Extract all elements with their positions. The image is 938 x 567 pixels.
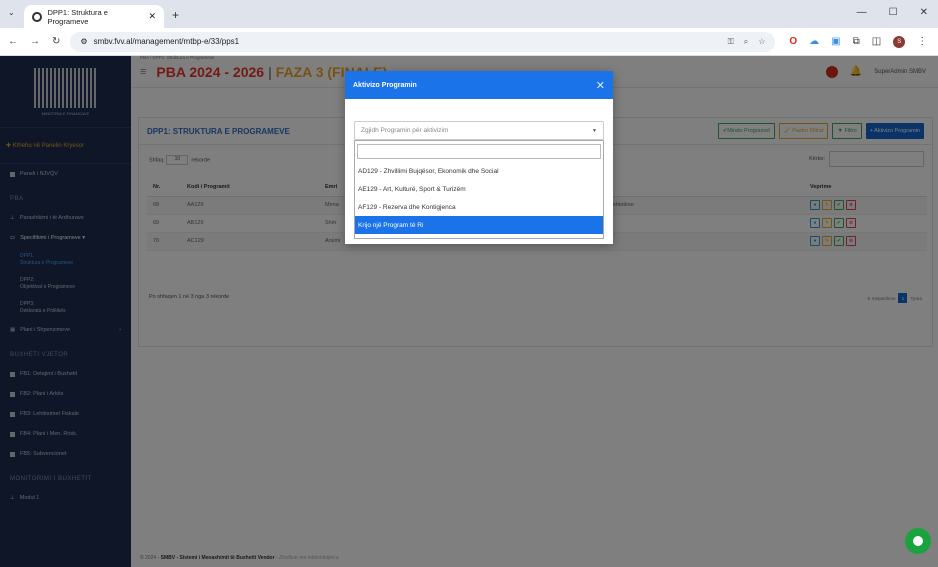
site-info-icon[interactable]: ⚙ xyxy=(80,37,87,46)
bookmark-star-icon[interactable]: ☆ xyxy=(758,37,765,47)
browser-tab-strip: ⌄ DPP1: Struktura e Programeve ✕ + — ☐ ✕ xyxy=(0,0,938,28)
close-window-icon[interactable]: ✕ xyxy=(920,7,928,18)
caret-down-icon: ▼ xyxy=(592,127,597,134)
modal-close-icon[interactable]: ✕ xyxy=(596,79,605,92)
minimize-icon[interactable]: — xyxy=(857,7,867,18)
cloud-extension-icon[interactable]: ☁ xyxy=(809,36,819,47)
browser-tab[interactable]: DPP1: Struktura e Programeve ✕ xyxy=(24,5,164,28)
profile-avatar[interactable]: S xyxy=(893,35,906,48)
tab-title: DPP1: Struktura e Programeve xyxy=(47,7,108,26)
favicon-icon xyxy=(32,11,42,22)
reload-icon[interactable]: ↻ xyxy=(52,36,60,47)
chat-bubble-icon xyxy=(913,536,923,546)
tab-search-icon[interactable]: ⌄ xyxy=(8,8,15,17)
maximize-icon[interactable]: ☐ xyxy=(889,7,898,18)
back-icon[interactable]: ← xyxy=(8,36,18,47)
dropdown-search-input[interactable] xyxy=(357,144,601,159)
url-field[interactable]: ⚙ smbv.fvv.al/management/mtbp-e/33/pps1 … xyxy=(70,31,776,52)
translate-extension-icon[interactable]: ▣ xyxy=(831,36,840,47)
extensions-puzzle-icon[interactable]: ⧉ xyxy=(853,36,860,47)
program-select[interactable]: Zgjidh Programin për aktivizim ▼ xyxy=(354,121,604,140)
address-bar-row: ← → ↻ ⚙ smbv.fvv.al/management/mtbp-e/33… xyxy=(0,28,938,56)
modal-title: Aktivizo Programin xyxy=(353,81,417,89)
chat-widget-button[interactable] xyxy=(905,528,931,554)
new-tab-icon[interactable]: + xyxy=(172,8,179,22)
dropdown-option[interactable]: AE129 - Art, Kulturë, Sport & Turizëm xyxy=(355,180,603,198)
url-text: smbv.fvv.al/management/mtbp-e/33/pps1 xyxy=(93,37,240,46)
key-icon[interactable]: ⚿ xyxy=(728,37,734,47)
forward-icon[interactable]: → xyxy=(30,36,40,47)
dropdown-option-create-new[interactable]: Krijo një Program të Ri xyxy=(355,216,603,234)
opera-extension-icon[interactable]: O xyxy=(789,36,797,47)
dropdown-option[interactable]: AD129 - Zhvillimi Bujqësor, Ekonomik dhe… xyxy=(355,162,603,180)
dropdown-option[interactable]: AF129 - Rezerva dhe Kontigjenca xyxy=(355,198,603,216)
zoom-icon[interactable]: ⌕ xyxy=(744,37,748,47)
program-dropdown: AD129 - Zhvillimi Bujqësor, Ekonomik dhe… xyxy=(354,140,604,239)
browser-menu-icon[interactable]: ⋮ xyxy=(917,36,927,47)
sidebar-toggle-icon[interactable]: ◫ xyxy=(872,36,881,47)
tab-close-icon[interactable]: ✕ xyxy=(148,11,156,22)
program-select-placeholder: Zgjidh Programin për aktivizim xyxy=(361,127,449,134)
window-controls: — ☐ ✕ xyxy=(857,7,928,18)
